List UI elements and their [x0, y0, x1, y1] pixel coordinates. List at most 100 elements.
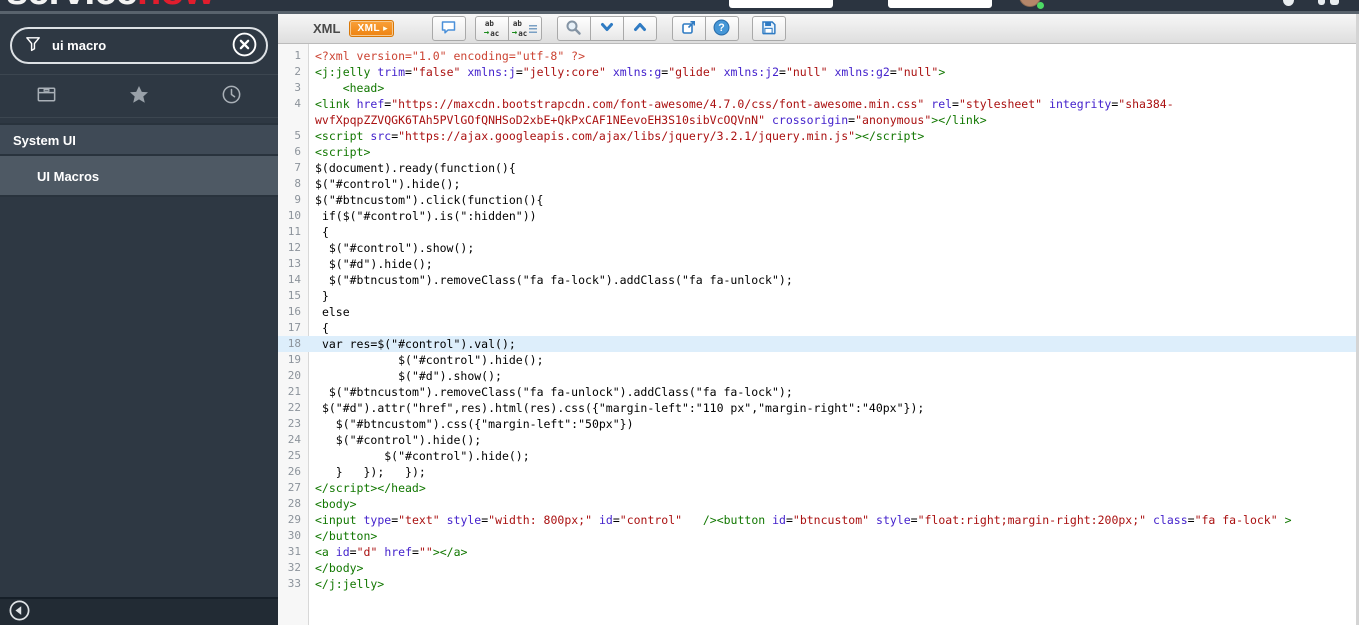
help-button[interactable]: ? — [705, 16, 739, 41]
code-line[interactable]: 27</script></head> — [278, 480, 1356, 496]
favorites-tab[interactable] — [93, 75, 186, 117]
code-line[interactable]: 7$(document).ready(function(){ — [278, 160, 1356, 176]
filter-funnel-icon — [24, 34, 43, 58]
application-navigator: ui macro — [0, 14, 278, 625]
line-number: 3 — [278, 80, 308, 96]
code-line-text: <script> — [308, 144, 1356, 160]
line-number: 4 — [278, 96, 308, 128]
code-line-text: <a id="d" href=""></a> — [308, 544, 1356, 560]
save-floppy-icon — [760, 19, 777, 39]
code-line[interactable]: 10 if($("#control").is(":hidden")) — [278, 208, 1356, 224]
collapse-sidebar-button[interactable] — [8, 599, 31, 625]
all-applications-tab[interactable] — [0, 75, 93, 117]
app-root: servicenow ui macro — [0, 0, 1359, 625]
code-line[interactable]: 14 $("#btncustom").removeClass("fa fa-lo… — [278, 272, 1356, 288]
code-line-text: $("#d").show(); — [308, 368, 1356, 384]
editor-toolbar: XML XML ▸ ab →ac — [278, 14, 1356, 44]
line-number: 10 — [278, 208, 308, 224]
code-line[interactable]: 26 } }); }); — [278, 464, 1356, 480]
code-line-text: if($("#control").is(":hidden")) — [308, 208, 1356, 224]
code-line-text: $("#control").hide(); — [308, 352, 1356, 368]
code-line[interactable]: 22 $("#d").attr("href",res).html(res).cs… — [278, 400, 1356, 416]
header-search-input-clipped[interactable] — [729, 0, 833, 8]
code-line[interactable]: 18 var res=$("#control").val(); — [278, 336, 1356, 352]
code-line[interactable]: 19 $("#control").hide(); — [278, 352, 1356, 368]
code-line-text: <head> — [308, 80, 1356, 96]
code-line[interactable]: 33</j:jelly> — [278, 576, 1356, 592]
sidebar-item-ui-macros[interactable]: UI Macros — [0, 156, 278, 197]
header-icon-clipped[interactable] — [1330, 0, 1339, 5]
open-in-new-window-button[interactable] — [672, 16, 706, 41]
code-line[interactable]: 23 $("#btncustom").css({"margin-left":"5… — [278, 416, 1356, 432]
code-line-text: $("#btncustom").css({"margin-left":"50px… — [308, 416, 1356, 432]
navigator-filter-row: ui macro — [0, 14, 278, 75]
code-editor[interactable]: 1<?xml version="1.0" encoding="utf-8" ?>… — [278, 44, 1356, 625]
search-button[interactable] — [557, 16, 591, 41]
code-line[interactable]: 24 $("#control").hide(); — [278, 432, 1356, 448]
code-line[interactable]: 6<script> — [278, 144, 1356, 160]
code-line[interactable]: 11 { — [278, 224, 1356, 240]
header-icon-clipped[interactable] — [1283, 0, 1294, 6]
code-line-text: } }); }); — [308, 464, 1356, 480]
code-line[interactable]: 5<script src="https://ajax.googleapis.co… — [278, 128, 1356, 144]
code-line[interactable]: 30</button> — [278, 528, 1356, 544]
line-number: 33 — [278, 576, 308, 592]
code-line-text: $("#control").hide(); — [308, 448, 1356, 464]
code-line-text: $("#d").hide(); — [308, 256, 1356, 272]
code-line[interactable]: 25 $("#control").hide(); — [278, 448, 1356, 464]
code-line[interactable]: 31<a id="d" href=""></a> — [278, 544, 1356, 560]
presence-dot — [1037, 2, 1044, 9]
search-icon — [565, 19, 582, 39]
code-line[interactable]: 4<link href="https://maxcdn.bootstrapcdn… — [278, 96, 1356, 128]
code-line[interactable]: 28<body> — [278, 496, 1356, 512]
code-line[interactable]: 16 else — [278, 304, 1356, 320]
replace-all-button[interactable]: ab →ac — [508, 16, 542, 41]
item-label: UI Macros — [37, 169, 99, 184]
code-line[interactable]: 3 <head> — [278, 80, 1356, 96]
filter-navigator-input[interactable]: ui macro — [10, 27, 268, 64]
replace-button[interactable]: ab →ac — [475, 16, 509, 41]
code-line-text: $("#control").hide(); — [308, 176, 1356, 192]
code-line[interactable]: 32</body> — [278, 560, 1356, 576]
code-line-text: <body> — [308, 496, 1356, 512]
save-button[interactable] — [752, 16, 786, 41]
popout-icon — [681, 19, 697, 38]
line-number: 11 — [278, 224, 308, 240]
replace-icon: ab →ac — [484, 19, 499, 38]
servicenow-logo[interactable]: servicenow — [6, 0, 214, 11]
code-line[interactable]: 12 $("#control").show(); — [278, 240, 1356, 256]
line-number: 14 — [278, 272, 308, 288]
code-line[interactable]: 21 $("#btncustom").removeClass("fa fa-un… — [278, 384, 1356, 400]
line-number: 8 — [278, 176, 308, 192]
line-number: 25 — [278, 448, 308, 464]
collapse-left-icon — [8, 599, 31, 625]
code-line[interactable]: 2<j:jelly trim="false" xmlns:j="jelly:co… — [278, 64, 1356, 80]
xml-badge[interactable]: XML ▸ — [349, 20, 393, 37]
code-line-text: <j:jelly trim="false" xmlns:j="jelly:cor… — [308, 64, 1356, 80]
header-icon-clipped[interactable] — [1318, 0, 1325, 5]
code-line[interactable]: 15 } — [278, 288, 1356, 304]
code-line-text: </j:jelly> — [308, 576, 1356, 592]
code-line[interactable]: 1<?xml version="1.0" encoding="utf-8" ?> — [278, 48, 1356, 64]
code-line-text: $("#d").attr("href",res).html(res).css({… — [308, 400, 1356, 416]
clear-filter-button[interactable] — [231, 31, 258, 61]
line-number: 28 — [278, 496, 308, 512]
code-line[interactable]: 9$("#btncustom").click(function(){ — [278, 192, 1356, 208]
code-line[interactable]: 8$("#control").hide(); — [278, 176, 1356, 192]
header-input-clipped[interactable] — [888, 0, 992, 8]
sidebar-section-system-ui[interactable]: System UI — [0, 123, 278, 156]
code-line[interactable]: 29<input type="text" style="width: 800px… — [278, 512, 1356, 528]
find-next-button[interactable] — [590, 16, 624, 41]
code-line[interactable]: 13 $("#d").hide(); — [278, 256, 1356, 272]
line-number: 26 — [278, 464, 308, 480]
line-number: 27 — [278, 480, 308, 496]
code-line-text: $(document).ready(function(){ — [308, 160, 1356, 176]
code-line-text: <link href="https://maxcdn.bootstrapcdn.… — [308, 96, 1356, 128]
toggle-comment-button[interactable] — [432, 16, 466, 41]
code-line[interactable]: 20 $("#d").show(); — [278, 368, 1356, 384]
xml-editor-panel: XML XML ▸ ab →ac — [278, 14, 1359, 625]
history-tab[interactable] — [185, 75, 278, 117]
code-line[interactable]: 17 { — [278, 320, 1356, 336]
code-line-text: $("#btncustom").click(function(){ — [308, 192, 1356, 208]
find-previous-button[interactable] — [623, 16, 657, 41]
